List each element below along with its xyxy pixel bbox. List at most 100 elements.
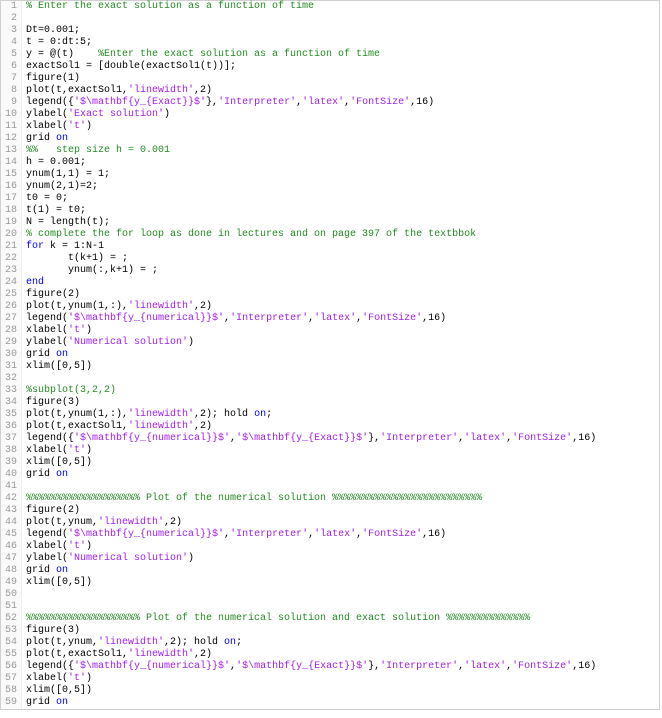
code-content[interactable]: % complete the for loop as done in lectu… <box>22 229 476 241</box>
code-content[interactable] <box>22 601 32 613</box>
code-content[interactable] <box>22 589 32 601</box>
code-content[interactable]: h = 0.001; <box>22 157 86 169</box>
code-line[interactable]: 34figure(3) <box>1 397 659 409</box>
code-content[interactable]: xlabel('t') <box>22 445 92 457</box>
code-line[interactable]: 37legend({'$\mathbf{y_{numerical}}$','$\… <box>1 433 659 445</box>
code-line[interactable]: 48grid on <box>1 565 659 577</box>
code-line[interactable]: 43figure(2) <box>1 505 659 517</box>
code-content[interactable]: xlim([0,5]) <box>22 361 92 373</box>
code-line[interactable]: 17t0 = 0; <box>1 193 659 205</box>
code-line[interactable]: 27legend('$\mathbf{y_{numerical}}$','Int… <box>1 313 659 325</box>
code-content[interactable]: xlabel('t') <box>22 541 92 553</box>
code-line[interactable]: 32 <box>1 373 659 385</box>
code-content[interactable]: ynum(2,1)=2; <box>22 181 98 193</box>
code-line[interactable]: 2 <box>1 13 659 25</box>
code-content[interactable]: %subplot(3,2,2) <box>22 385 116 397</box>
code-line[interactable]: 9legend({'$\mathbf{y_{Exact}}$'},'Interp… <box>1 97 659 109</box>
code-line[interactable]: 59grid on <box>1 697 659 709</box>
code-content[interactable]: exactSol1 = [double(exactSol1(t))]; <box>22 61 236 73</box>
code-line[interactable]: 28xlabel('t') <box>1 325 659 337</box>
code-content[interactable]: legend('$\mathbf{y_{numerical}}$','Inter… <box>22 529 446 541</box>
code-content[interactable]: plot(t,exactSol1,'linewidth',2) <box>22 649 212 661</box>
code-line[interactable]: 20% complete the for loop as done in lec… <box>1 229 659 241</box>
code-line[interactable]: 41 <box>1 481 659 493</box>
code-editor[interactable]: 1% Enter the exact solution as a functio… <box>0 0 660 710</box>
code-line[interactable]: 23 ynum(:,k+1) = ; <box>1 265 659 277</box>
code-line[interactable]: 53figure(3) <box>1 625 659 637</box>
code-content[interactable]: for k = 1:N-1 <box>22 241 104 253</box>
code-content[interactable]: ylabel('Numerical solution') <box>22 553 194 565</box>
code-line[interactable]: 47ylabel('Numerical solution') <box>1 553 659 565</box>
code-content[interactable]: grid on <box>22 133 68 145</box>
code-content[interactable] <box>22 481 32 493</box>
code-line[interactable]: 54plot(t,ynum,'linewidth',2); hold on; <box>1 637 659 649</box>
code-line[interactable]: 12grid on <box>1 133 659 145</box>
code-content[interactable]: xlabel('t') <box>22 121 92 133</box>
code-line[interactable]: 39xlim([0,5]) <box>1 457 659 469</box>
code-line[interactable]: 38xlabel('t') <box>1 445 659 457</box>
code-content[interactable]: plot(t,ynum,'linewidth',2) <box>22 517 182 529</box>
code-line[interactable]: 3Dt=0.001; <box>1 25 659 37</box>
code-content[interactable]: plot(t,ynum(1,:),'linewidth',2) <box>22 301 212 313</box>
code-content[interactable]: figure(3) <box>22 625 80 637</box>
code-content[interactable]: grid on <box>22 565 68 577</box>
code-content[interactable]: plot(t,exactSol1,'linewidth',2) <box>22 421 212 433</box>
code-content[interactable]: t(k+1) = ; <box>22 253 128 265</box>
code-content[interactable]: %%%%%%%%%%%%%%%%%%% Plot of the numerica… <box>22 493 482 505</box>
code-content[interactable]: xlabel('t') <box>22 325 92 337</box>
code-content[interactable]: N = length(t); <box>22 217 110 229</box>
code-line[interactable]: 25figure(2) <box>1 289 659 301</box>
code-line[interactable]: 15ynum(1,1) = 1; <box>1 169 659 181</box>
code-line[interactable]: 30grid on <box>1 349 659 361</box>
code-content[interactable]: grid on <box>22 697 68 709</box>
code-content[interactable]: y = @(t) %Enter the exact solution as a … <box>22 49 380 61</box>
code-content[interactable]: t0 = 0; <box>22 193 68 205</box>
code-content[interactable]: figure(1) <box>22 73 80 85</box>
code-line[interactable]: 35plot(t,ynum(1,:),'linewidth',2); hold … <box>1 409 659 421</box>
code-line[interactable]: 1% Enter the exact solution as a functio… <box>1 1 659 13</box>
code-line[interactable]: 7figure(1) <box>1 73 659 85</box>
code-line[interactable]: 6exactSol1 = [double(exactSol1(t))]; <box>1 61 659 73</box>
code-content[interactable]: plot(t,ynum,'linewidth',2); hold on; <box>22 637 242 649</box>
code-content[interactable]: legend({'$\mathbf{y_{Exact}}$'},'Interpr… <box>22 97 434 109</box>
code-line[interactable]: 19N = length(t); <box>1 217 659 229</box>
code-line[interactable]: 11xlabel('t') <box>1 121 659 133</box>
code-line[interactable]: 51 <box>1 601 659 613</box>
code-line[interactable]: 46xlabel('t') <box>1 541 659 553</box>
code-content[interactable]: Dt=0.001; <box>22 25 80 37</box>
code-content[interactable]: t(1) = t0; <box>22 205 86 217</box>
code-content[interactable]: ynum(:,k+1) = ; <box>22 265 158 277</box>
code-content[interactable]: t = 0:dt:5; <box>22 37 92 49</box>
code-line[interactable]: 29ylabel('Numerical solution') <box>1 337 659 349</box>
code-line[interactable]: 45legend('$\mathbf{y_{numerical}}$','Int… <box>1 529 659 541</box>
code-content[interactable]: xlim([0,5]) <box>22 577 92 589</box>
code-line[interactable]: 13%% step size h = 0.001 <box>1 145 659 157</box>
code-content[interactable]: ylabel('Exact solution') <box>22 109 170 121</box>
code-line[interactable]: 4t = 0:dt:5; <box>1 37 659 49</box>
code-line[interactable]: 42%%%%%%%%%%%%%%%%%%% Plot of the numeri… <box>1 493 659 505</box>
code-content[interactable]: %%%%%%%%%%%%%%%%%%% Plot of the numerica… <box>22 613 530 625</box>
code-line[interactable]: 31xlim([0,5]) <box>1 361 659 373</box>
code-content[interactable]: grid on <box>22 469 68 481</box>
code-line[interactable]: 57xlabel('t') <box>1 673 659 685</box>
code-line[interactable]: 16ynum(2,1)=2; <box>1 181 659 193</box>
code-content[interactable]: legend({'$\mathbf{y_{numerical}}$','$\ma… <box>22 433 596 445</box>
code-line[interactable]: 10ylabel('Exact solution') <box>1 109 659 121</box>
code-content[interactable]: figure(2) <box>22 505 80 517</box>
code-line[interactable]: 26plot(t,ynum(1,:),'linewidth',2) <box>1 301 659 313</box>
code-line[interactable]: 18t(1) = t0; <box>1 205 659 217</box>
code-line[interactable]: 22 t(k+1) = ; <box>1 253 659 265</box>
code-content[interactable]: plot(t,ynum(1,:),'linewidth',2); hold on… <box>22 409 272 421</box>
code-content[interactable]: xlim([0,5]) <box>22 685 92 697</box>
code-line[interactable]: 49xlim([0,5]) <box>1 577 659 589</box>
code-line[interactable]: 33%subplot(3,2,2) <box>1 385 659 397</box>
code-line[interactable]: 58xlim([0,5]) <box>1 685 659 697</box>
code-line[interactable]: 8plot(t,exactSol1,'linewidth',2) <box>1 85 659 97</box>
code-content[interactable]: legend({'$\mathbf{y_{numerical}}$','$\ma… <box>22 661 596 673</box>
code-content[interactable]: xlabel('t') <box>22 673 92 685</box>
code-content[interactable]: ylabel('Numerical solution') <box>22 337 194 349</box>
code-content[interactable] <box>22 13 32 25</box>
code-content[interactable]: % Enter the exact solution as a function… <box>22 1 314 13</box>
code-content[interactable]: figure(3) <box>22 397 80 409</box>
code-line[interactable]: 50 <box>1 589 659 601</box>
